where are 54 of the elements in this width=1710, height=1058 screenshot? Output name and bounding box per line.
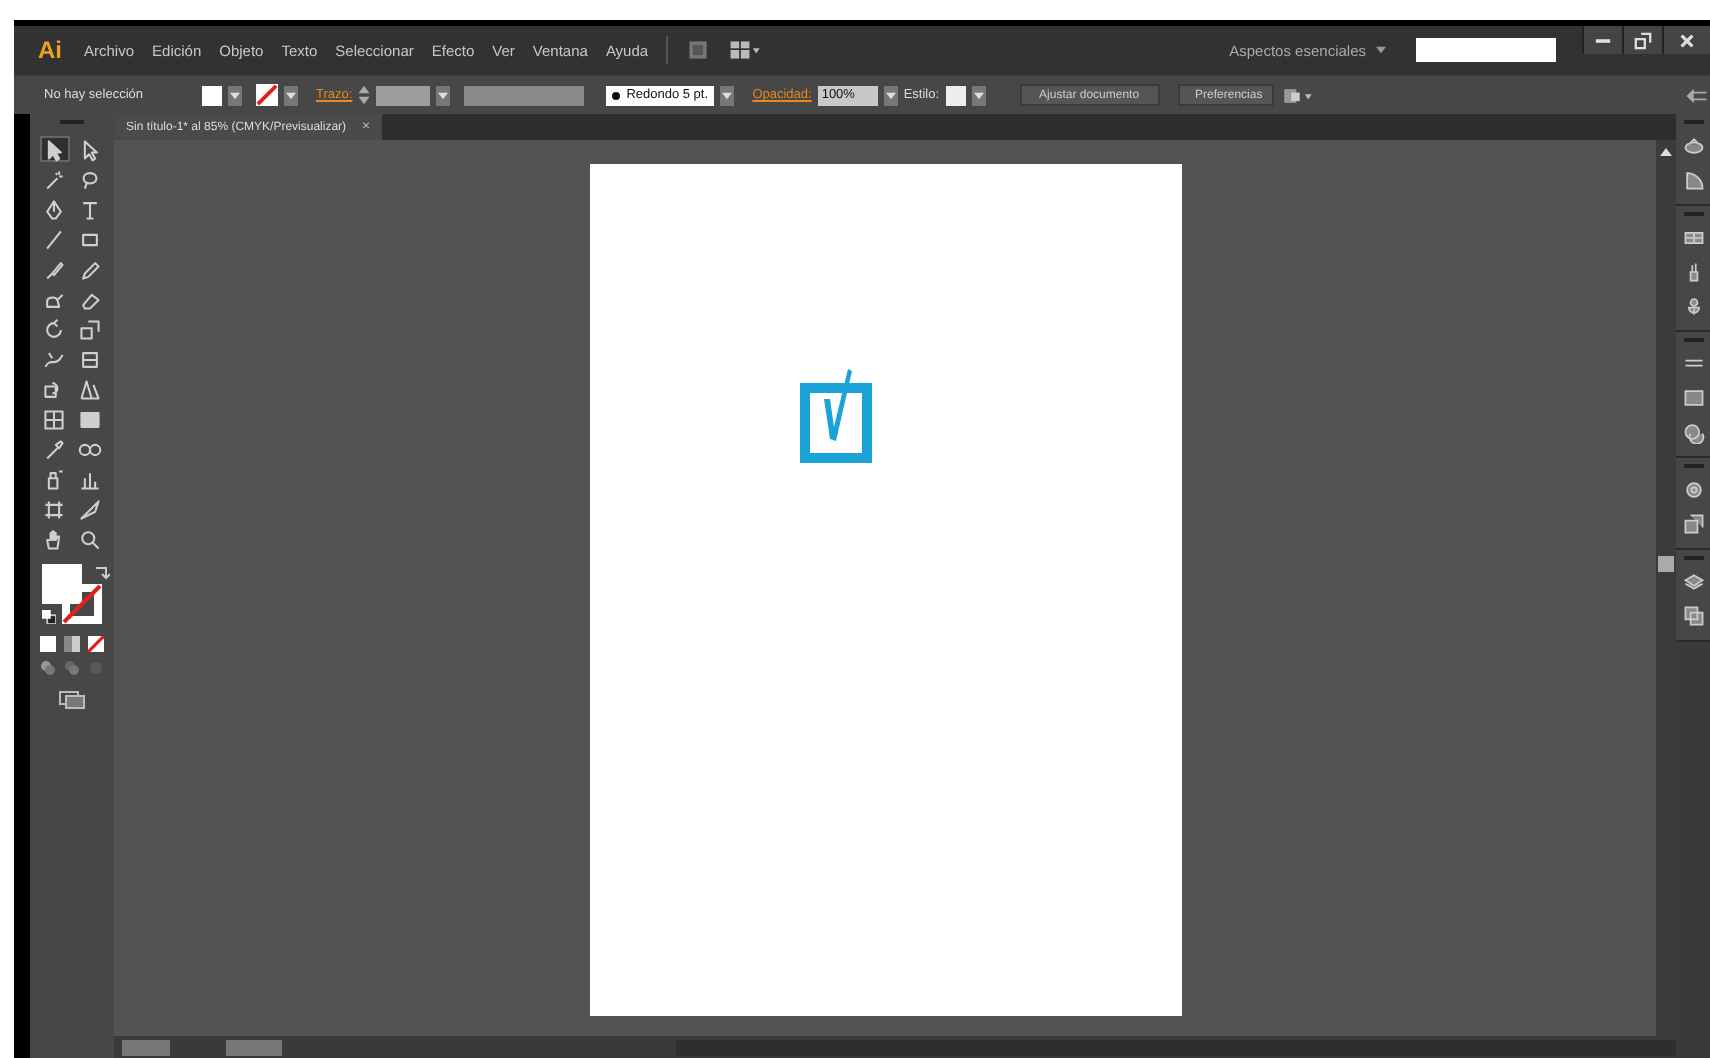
restore-button[interactable] bbox=[1622, 26, 1662, 54]
close-icon bbox=[1678, 31, 1696, 49]
brush-dot-icon bbox=[612, 91, 621, 99]
color-guide-icon[interactable] bbox=[1681, 134, 1705, 158]
artboard-field[interactable] bbox=[226, 1039, 282, 1055]
checkbox-drawing bbox=[795, 366, 875, 468]
mesh-icon[interactable] bbox=[39, 406, 69, 432]
layers-icon[interactable] bbox=[1681, 570, 1705, 594]
slice-icon[interactable] bbox=[75, 496, 105, 522]
fill-swatch[interactable] bbox=[202, 85, 222, 105]
stroke-weight-field[interactable] bbox=[376, 85, 431, 105]
scale-icon[interactable] bbox=[75, 316, 105, 342]
artboards-icon[interactable] bbox=[1681, 604, 1705, 628]
transparency-icon[interactable] bbox=[1681, 420, 1705, 444]
spinner-icon[interactable] bbox=[358, 84, 371, 106]
color-mode-icon[interactable] bbox=[40, 636, 56, 652]
draw-normal-icon[interactable] bbox=[40, 660, 56, 676]
bridge-icon[interactable] bbox=[686, 38, 711, 62]
variable-width-field[interactable] bbox=[464, 85, 585, 105]
scroll-up-icon[interactable] bbox=[1660, 148, 1672, 156]
screen-mode-icon[interactable] bbox=[58, 690, 86, 710]
brush-dropdown[interactable] bbox=[720, 85, 735, 105]
appearance-icon[interactable] bbox=[1681, 478, 1705, 502]
artboard-icon[interactable] bbox=[39, 496, 69, 522]
style-dropdown[interactable] bbox=[971, 85, 986, 105]
stroke-none-swatch[interactable] bbox=[256, 84, 278, 106]
stroke-color-swatch[interactable] bbox=[62, 584, 102, 624]
minimize-button[interactable] bbox=[1582, 26, 1622, 54]
horizontal-scrollbar[interactable] bbox=[676, 1039, 1676, 1055]
close-button[interactable] bbox=[1662, 26, 1710, 54]
swap-arrow-icon[interactable] bbox=[94, 564, 110, 580]
perspective-grid-icon[interactable] bbox=[75, 376, 105, 402]
stroke-dropdown[interactable] bbox=[284, 85, 298, 105]
arrange-documents-icon[interactable] bbox=[728, 38, 765, 62]
search-field[interactable] bbox=[1416, 38, 1556, 62]
zoom-field[interactable] bbox=[122, 1039, 170, 1055]
app-logo: Ai bbox=[38, 36, 62, 64]
align-menu-icon[interactable] bbox=[1279, 83, 1316, 107]
graphic-styles-icon[interactable] bbox=[1681, 512, 1705, 536]
opacity-dropdown[interactable] bbox=[883, 85, 898, 105]
scroll-thumb[interactable] bbox=[1658, 556, 1674, 572]
fill-dropdown[interactable] bbox=[228, 85, 242, 105]
stroke-weight-dropdown[interactable] bbox=[436, 85, 451, 105]
style-swatch[interactable] bbox=[945, 85, 966, 105]
vertical-scrollbar[interactable] bbox=[1656, 140, 1676, 1036]
none-mode-icon[interactable] bbox=[88, 636, 104, 652]
default-colors-icon[interactable] bbox=[42, 610, 56, 624]
zoom-icon[interactable] bbox=[75, 526, 105, 552]
gradient-icon[interactable] bbox=[75, 406, 105, 432]
gradient-panel-icon[interactable] bbox=[1681, 386, 1705, 410]
caret-icon[interactable] bbox=[1376, 46, 1386, 54]
swatches-icon[interactable] bbox=[1681, 226, 1705, 250]
panel-menu-icon[interactable] bbox=[1686, 83, 1710, 107]
restore-icon bbox=[1634, 31, 1652, 49]
